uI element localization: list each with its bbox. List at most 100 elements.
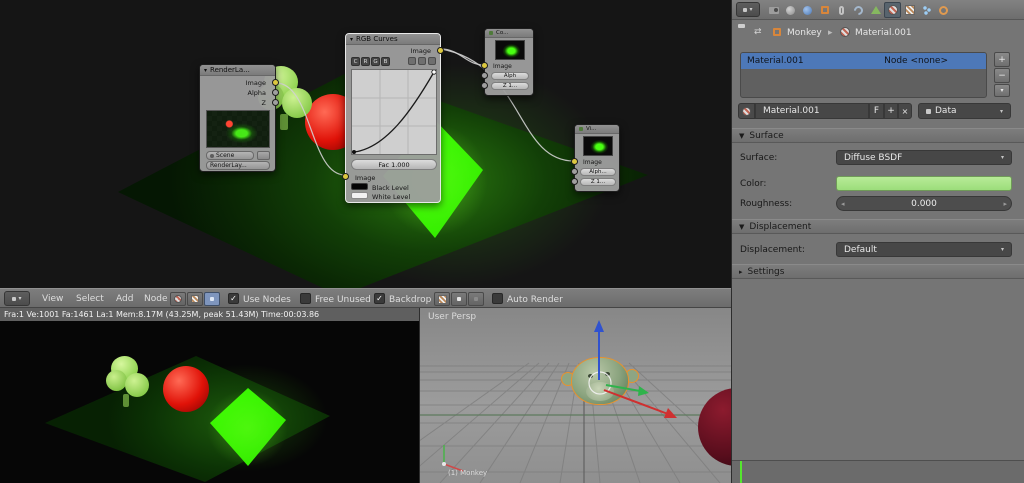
channel-color-alpha-button[interactable] — [434, 292, 450, 306]
socket-image-input[interactable] — [342, 173, 349, 180]
curve-editor[interactable] — [351, 69, 437, 155]
surface-type-dropdown[interactable]: Diffuse BSDF ▾ — [836, 150, 1012, 165]
tab-scene[interactable] — [782, 2, 799, 18]
minus-icon: − — [998, 70, 1006, 81]
channel-b-button[interactable]: B — [381, 57, 390, 66]
tree-type-material-button[interactable] — [170, 292, 186, 306]
scene-selector[interactable]: Scene — [206, 151, 254, 160]
settings-panel-header[interactable]: ▸ Settings — [732, 264, 1024, 279]
channel-g-button[interactable]: G — [371, 57, 380, 66]
use-nodes-checkbox[interactable]: ✓ — [228, 293, 239, 304]
object-icon — [820, 6, 829, 14]
browse-icon[interactable]: ⇄ — [754, 28, 762, 37]
z-value-field[interactable]: Z 1... — [491, 82, 529, 90]
white-level-label: White Level — [372, 193, 411, 201]
node-viewer-titlebar[interactable]: Vi... — [575, 125, 619, 134]
node-editor-canvas[interactable]: ▾ RenderLa... Image Alpha Z Scene Render… — [0, 0, 731, 288]
channel-color-button[interactable] — [451, 292, 467, 306]
socket-image-input[interactable] — [481, 62, 488, 69]
editor-type-button[interactable]: ▾ — [4, 291, 30, 306]
material-id-icon-button[interactable] — [738, 103, 755, 119]
roughness-value: 0.000 — [911, 198, 937, 209]
remove-material-slot-button[interactable]: − — [994, 68, 1010, 83]
surface-panel-header[interactable]: ▼ Surface — [732, 128, 1024, 143]
tab-world[interactable] — [799, 2, 816, 18]
roughness-slider[interactable]: ◂ 0.000 ▸ — [836, 196, 1012, 211]
channel-c-button[interactable]: C — [351, 57, 360, 66]
material-name-field[interactable]: Material.001 — [755, 103, 869, 119]
image-editor[interactable]: Fra:1 Ve:1001 Fa:1461 La:1 Mem:8.17M (43… — [0, 308, 420, 483]
alpha-value-field[interactable]: Alph... — [580, 168, 616, 176]
tab-object[interactable] — [816, 2, 833, 18]
tab-texture[interactable] — [901, 2, 918, 18]
socket-z-output[interactable] — [272, 99, 279, 106]
white-level-swatch[interactable] — [351, 192, 368, 199]
render-layer-selector[interactable]: RenderLay... — [206, 161, 270, 170]
tab-particles[interactable] — [918, 2, 935, 18]
z-value-field[interactable]: Z 1... — [580, 178, 616, 186]
backdrop-checkbox[interactable]: ✓ — [374, 293, 385, 304]
socket-alpha-input[interactable] — [571, 168, 578, 175]
add-material-slot-button[interactable]: + — [994, 52, 1010, 67]
fac-slider[interactable]: Fac 1.000 — [351, 159, 437, 170]
node-collapse-icon[interactable]: ▾ — [204, 67, 207, 74]
unlink-material-button[interactable]: × — [898, 103, 912, 119]
timeline-strip[interactable] — [732, 460, 1024, 483]
render-camera-button[interactable] — [257, 151, 270, 160]
socket-z-input[interactable] — [571, 178, 578, 185]
curve-zoom-in-button[interactable] — [408, 57, 416, 65]
channel-alpha-button[interactable] — [468, 292, 484, 306]
color-swatch[interactable] — [836, 176, 1012, 191]
node-render-layers[interactable]: ▾ RenderLa... Image Alpha Z Scene Render… — [199, 64, 279, 172]
curve-tools-button[interactable] — [418, 57, 426, 65]
breadcrumb-object[interactable]: Monkey — [787, 29, 822, 38]
menu-select[interactable]: Select — [72, 289, 108, 309]
node-editor-header: ▾ View Select Add Node ✓ Use Nodes Free … — [0, 288, 731, 308]
z-value: Z 1... — [502, 83, 518, 89]
menu-view[interactable]: View — [38, 289, 67, 309]
menu-node[interactable]: Node — [140, 289, 172, 309]
tab-modifiers[interactable] — [850, 2, 867, 18]
new-material-button[interactable]: + — [884, 103, 898, 119]
node-rgb-curves-titlebar[interactable]: ▾ RGB Curves — [346, 34, 440, 45]
node-rgb-curves[interactable]: ▾ RGB Curves Image C R G B Fac 1.000 Ima… — [342, 33, 444, 203]
tab-constraints[interactable] — [833, 2, 850, 18]
auto-render-checkbox[interactable] — [492, 293, 503, 304]
node-render-layers-titlebar[interactable]: ▾ RenderLa... — [200, 65, 275, 76]
curve-delete-button[interactable] — [428, 57, 436, 65]
tab-render[interactable] — [765, 2, 782, 18]
node-editor-icon — [12, 296, 17, 301]
socket-alpha-output[interactable] — [272, 89, 279, 96]
tab-object-data[interactable] — [867, 2, 884, 18]
breadcrumb-material[interactable]: Material.001 — [855, 29, 912, 38]
material-specials-button[interactable]: ▾ — [994, 84, 1010, 97]
node-viewer[interactable]: Vi... Image Alph... Z 1... — [571, 124, 620, 192]
socket-image-output[interactable] — [437, 47, 444, 54]
socket-image-input[interactable] — [571, 158, 578, 165]
free-unused-checkbox[interactable] — [300, 293, 311, 304]
socket-image-output[interactable] — [272, 79, 279, 86]
data-source-dropdown[interactable]: Data ▾ — [918, 103, 1011, 119]
socket-alpha-input[interactable] — [481, 72, 488, 79]
channel-r-button[interactable]: R — [361, 57, 370, 66]
timeline-playhead[interactable] — [740, 461, 742, 483]
node-composite-titlebar[interactable]: Co... — [485, 29, 533, 38]
tree-type-compositing-button[interactable] — [204, 292, 220, 306]
node-collapse-icon[interactable]: ▾ — [350, 36, 353, 43]
socket-z-input[interactable] — [481, 82, 488, 89]
material-slot-row-selected[interactable]: Material.001 Node <none> — [741, 53, 986, 69]
displacement-dropdown[interactable]: Default ▾ — [836, 242, 1012, 257]
editor-type-button[interactable]: ▾ — [736, 2, 760, 17]
slider-left-arrow-icon[interactable]: ◂ — [841, 200, 845, 208]
node-composite[interactable]: Co... Image Alph Z 1... — [481, 28, 534, 96]
black-level-swatch[interactable] — [351, 183, 368, 190]
tree-type-texture-button[interactable] — [187, 292, 203, 306]
alpha-value-field[interactable]: Alph — [491, 72, 529, 80]
tab-physics[interactable] — [935, 2, 952, 18]
fake-user-button[interactable]: F — [869, 103, 884, 119]
slider-right-arrow-icon[interactable]: ▸ — [1003, 200, 1007, 208]
tab-material[interactable] — [884, 2, 901, 18]
displacement-panel-header[interactable]: ▼ Displacement — [732, 219, 1024, 234]
menu-add[interactable]: Add — [112, 289, 137, 309]
viewport-3d[interactable]: User Persp (1) Monkey — [420, 308, 731, 483]
